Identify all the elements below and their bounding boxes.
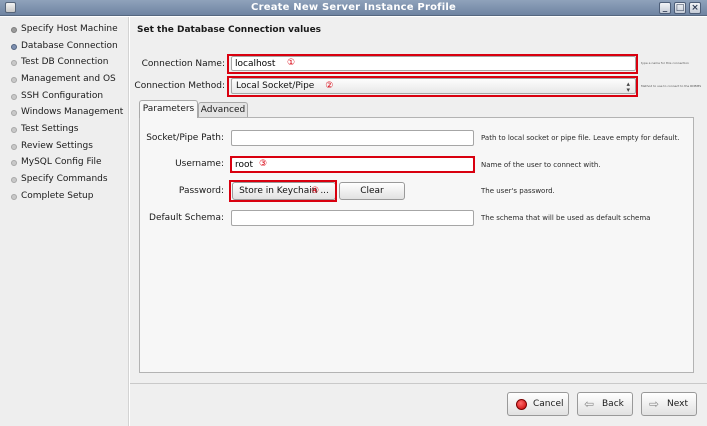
connection-method-value: Local Socket/Pipe bbox=[236, 81, 315, 91]
window-title: Create New Server Instance Profile bbox=[251, 2, 456, 13]
step-bullet-icon bbox=[11, 144, 17, 150]
username-field-wrap: ③ bbox=[231, 157, 474, 172]
step-ssh-configuration: SSH Configuration bbox=[0, 90, 129, 104]
step-bullet-icon bbox=[11, 194, 17, 200]
password-description: The user's password. bbox=[481, 187, 555, 195]
step-bullet-icon bbox=[11, 160, 17, 166]
step-specify-host-machine: Specify Host Machine bbox=[0, 23, 129, 37]
step-label: Specify Commands bbox=[21, 174, 108, 184]
connection-method-select[interactable]: Local Socket/Pipe ② ▴ ▾ bbox=[231, 78, 636, 94]
step-mysql-config-file: MySQL Config File bbox=[0, 156, 129, 170]
step-review-settings: Review Settings bbox=[0, 140, 129, 154]
marker-3: ③ bbox=[259, 159, 268, 169]
next-arrow-icon: ⇨ bbox=[649, 397, 660, 411]
step-database-connection: Database Connection bbox=[0, 40, 129, 54]
default-schema-input[interactable] bbox=[231, 210, 474, 226]
next-button[interactable]: ⇨ Next bbox=[641, 392, 697, 416]
marker-4: ④ bbox=[311, 186, 320, 196]
step-specify-commands: Specify Commands bbox=[0, 173, 129, 187]
step-bullet-icon bbox=[11, 60, 17, 66]
step-label: Review Settings bbox=[21, 141, 93, 151]
close-button[interactable]: × bbox=[689, 2, 701, 14]
socket-path-description: Path to local socket or pipe file. Leave… bbox=[481, 134, 680, 142]
step-label: Test DB Connection bbox=[21, 57, 109, 67]
parameters-tab-panel: Socket/Pipe Path: Path to local socket o… bbox=[139, 117, 694, 373]
cancel-icon bbox=[516, 399, 527, 410]
back-button[interactable]: ⇦ Back bbox=[577, 392, 633, 416]
step-label: Test Settings bbox=[21, 124, 79, 134]
step-test-settings: Test Settings bbox=[0, 123, 129, 137]
default-schema-description: The schema that will be used as default … bbox=[481, 214, 651, 222]
marker-1: ① bbox=[287, 58, 296, 68]
username-description: Name of the user to connect with. bbox=[481, 161, 601, 169]
connection-name-label: Connection Name: bbox=[141, 59, 225, 69]
socket-path-label: Socket/Pipe Path: bbox=[146, 133, 224, 143]
wizard-steps-sidebar: Specify Host Machine Database Connection… bbox=[0, 17, 129, 426]
step-label: SSH Configuration bbox=[21, 91, 104, 101]
connection-name-hint: type a name for this connection bbox=[641, 61, 689, 65]
minimize-button[interactable]: _ bbox=[659, 2, 671, 14]
username-label: Username: bbox=[175, 159, 224, 169]
password-label: Password: bbox=[178, 186, 224, 196]
step-bullet-icon bbox=[11, 44, 17, 50]
next-label: Next bbox=[667, 399, 688, 409]
tab-parameters[interactable]: Parameters bbox=[139, 100, 198, 118]
connection-method-label: Connection Method: bbox=[134, 81, 225, 91]
step-bullet-icon bbox=[11, 110, 17, 116]
window-titlebar: Create New Server Instance Profile _ □ × bbox=[0, 0, 707, 16]
updown-arrows-icon: ▴ ▾ bbox=[626, 80, 630, 94]
step-label: Windows Management bbox=[21, 107, 124, 117]
store-in-keychain-button[interactable]: Store in Keychain ... bbox=[232, 182, 336, 200]
step-label: Database Connection bbox=[21, 41, 118, 51]
step-label: Specify Host Machine bbox=[21, 24, 118, 34]
step-label: Management and OS bbox=[21, 74, 116, 84]
main-panel: Set the Database Connection values Conne… bbox=[130, 17, 707, 383]
cancel-button[interactable]: Cancel bbox=[507, 392, 569, 416]
step-complete-setup: Complete Setup bbox=[0, 190, 129, 204]
wizard-footer: Cancel ⇦ Back ⇨ Next bbox=[130, 384, 707, 426]
cancel-label: Cancel bbox=[533, 399, 564, 409]
step-bullet-icon bbox=[11, 127, 17, 133]
step-test-db-connection: Test DB Connection bbox=[0, 56, 129, 70]
maximize-button[interactable]: □ bbox=[674, 2, 686, 14]
step-bullet-icon bbox=[11, 177, 17, 183]
marker-2: ② bbox=[325, 81, 334, 91]
step-windows-management: Windows Management bbox=[0, 106, 129, 120]
clear-password-button[interactable]: Clear bbox=[339, 182, 405, 200]
back-arrow-icon: ⇦ bbox=[584, 397, 595, 411]
socket-path-input[interactable] bbox=[231, 130, 474, 146]
default-schema-label: Default Schema: bbox=[149, 213, 224, 223]
connection-method-hint: Method to use to connect to the RDBMS bbox=[641, 84, 702, 88]
tab-advanced[interactable]: Advanced bbox=[198, 102, 248, 117]
step-label: Complete Setup bbox=[21, 191, 94, 201]
connection-name-field-wrap: ① bbox=[231, 56, 636, 71]
step-label: MySQL Config File bbox=[21, 157, 102, 167]
page-title: Set the Database Connection values bbox=[137, 25, 322, 35]
username-input[interactable] bbox=[231, 157, 474, 172]
step-bullet-icon bbox=[11, 27, 17, 33]
step-management-and-os: Management and OS bbox=[0, 73, 129, 87]
back-label: Back bbox=[602, 399, 624, 409]
step-bullet-icon bbox=[11, 77, 17, 83]
step-bullet-icon bbox=[11, 94, 17, 100]
